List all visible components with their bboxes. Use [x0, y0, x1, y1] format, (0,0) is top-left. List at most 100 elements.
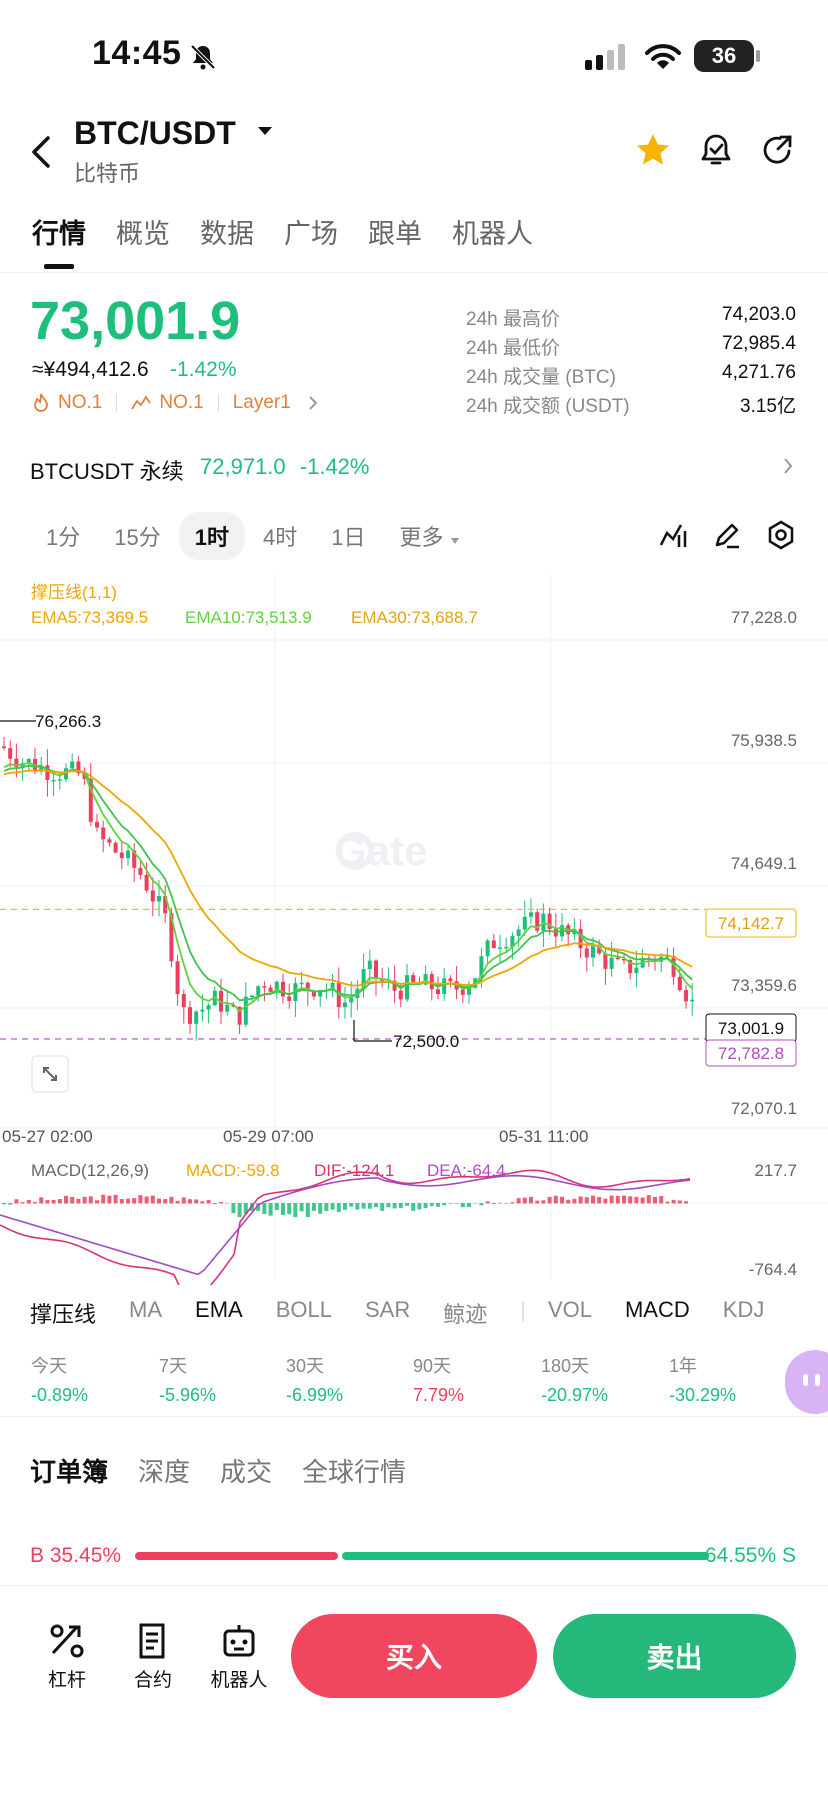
pair-title[interactable]: BTC/USDT: [74, 115, 236, 152]
kline-chart[interactable]: Gate 撑压线(1,1) EMA5:73,369.5 EMA10:73,513…: [0, 575, 828, 1285]
candle-body: [281, 981, 285, 997]
candle-body: [144, 874, 149, 891]
macd-bar: [460, 1203, 465, 1208]
indicator-sar[interactable]: SAR: [365, 1297, 410, 1329]
ema-lines: [3, 761, 693, 1013]
candle-body: [442, 978, 447, 995]
interval-4h[interactable]: 4时: [247, 512, 313, 560]
macd-bar: [454, 1203, 459, 1204]
sell-button[interactable]: 卖出: [553, 1614, 796, 1698]
tab-orderbook[interactable]: 订单簿: [30, 1452, 108, 1489]
macd-bar: [442, 1203, 447, 1206]
macd-bottom-tick: -764.4: [749, 1260, 797, 1279]
tab-robot[interactable]: 机器人: [452, 212, 533, 251]
caret-down-icon[interactable]: [256, 125, 274, 137]
macd-bar: [126, 1198, 130, 1204]
candle-body: [70, 761, 75, 769]
macd-bar: [324, 1203, 329, 1211]
macd-bar: [504, 1203, 509, 1204]
price-change: -1.42%: [170, 358, 237, 381]
tab-data[interactable]: 数据: [200, 212, 254, 251]
indicator-macd[interactable]: MACD: [625, 1297, 690, 1329]
interval-1d[interactable]: 1日: [315, 512, 381, 560]
tab-trades[interactable]: 成交: [220, 1452, 272, 1489]
perpetual-name[interactable]: BTCUSDT 永续: [30, 454, 184, 486]
price-alert-icon[interactable]: [697, 131, 735, 169]
candle-body: [522, 916, 527, 930]
draw-pen-icon[interactable]: [711, 519, 743, 551]
x-tick: 05-27 02:00: [2, 1127, 93, 1146]
favorite-star-icon[interactable]: [634, 131, 672, 169]
macd-bar: [522, 1197, 527, 1204]
tab-market[interactable]: 行情: [32, 212, 86, 251]
current-price-label: 73,001.9: [718, 1019, 784, 1038]
contract-icon[interactable]: [133, 1621, 173, 1661]
interval-more[interactable]: 更多: [383, 512, 475, 560]
assistant-bubble[interactable]: [785, 1350, 828, 1414]
chevron-right-icon[interactable]: [307, 394, 319, 412]
robot-icon[interactable]: [219, 1621, 259, 1661]
indicator-vol[interactable]: VOL: [548, 1297, 592, 1329]
tab-global-market[interactable]: 全球行情: [302, 1452, 406, 1489]
stat-low-value: 72,985.4: [722, 333, 796, 354]
stat-volume-label: 24h 成交量 (BTC): [466, 367, 616, 388]
tag-hot-rank[interactable]: NO.1: [58, 392, 102, 414]
macd-bar: [336, 1203, 341, 1213]
macd-bar: [516, 1198, 521, 1204]
tag-category[interactable]: Layer1: [233, 392, 291, 414]
interval-15m[interactable]: 15分: [98, 512, 176, 560]
ema5-line: [3, 764, 693, 1002]
contract-label[interactable]: 合约: [108, 1665, 198, 1692]
macd-bar: [33, 1201, 37, 1204]
candle-body: [8, 748, 13, 759]
tab-underline: [44, 264, 74, 269]
candle-body: [206, 1005, 211, 1010]
perf-90d-value: 7.79%: [413, 1385, 465, 1405]
macd-bar: [361, 1203, 366, 1209]
macd-bar: [70, 1196, 75, 1204]
candle-body: [126, 850, 130, 859]
macd-bar: [299, 1203, 304, 1212]
buy-button[interactable]: 买入: [291, 1614, 537, 1698]
macd-bar: [529, 1196, 533, 1204]
indicator-whale[interactable]: 鲸迹: [443, 1297, 487, 1329]
indicator-settings-icon[interactable]: [657, 519, 689, 551]
macd-bar: [132, 1198, 137, 1204]
candle-body: [150, 890, 155, 902]
leverage-label[interactable]: 杠杆: [22, 1665, 112, 1692]
interval-1m[interactable]: 1分: [30, 512, 96, 560]
candle-body: [498, 947, 502, 949]
macd-bar: [417, 1203, 422, 1210]
interval-1h[interactable]: 1时: [178, 512, 245, 560]
perpetual-price[interactable]: 72,971.0 -1.42%: [200, 454, 369, 480]
tab-copy-trade[interactable]: 跟单: [368, 212, 422, 251]
indicator-ema[interactable]: EMA: [195, 1297, 243, 1329]
tab-overview[interactable]: 概览: [116, 212, 170, 251]
candle-body: [181, 994, 186, 1008]
tag-gain-rank[interactable]: NO.1: [159, 392, 203, 414]
indicator-boll[interactable]: BOLL: [276, 1297, 332, 1329]
candle-body: [262, 986, 267, 988]
robot-label[interactable]: 机器人: [194, 1665, 284, 1692]
indicator-ma[interactable]: MA: [129, 1297, 162, 1329]
sell-ratio-bar: [342, 1552, 709, 1560]
perf-7d-value: -5.96%: [159, 1385, 217, 1405]
candle-body: [634, 967, 639, 974]
chevron-right-icon[interactable]: [782, 456, 794, 476]
share-icon[interactable]: [759, 131, 797, 169]
bell-muted-icon: [190, 44, 216, 70]
macd-title: MACD(12,26,9): [31, 1161, 149, 1180]
tab-depth[interactable]: 深度: [138, 1452, 190, 1489]
leverage-icon[interactable]: [47, 1621, 87, 1661]
main-tabs: 行情 概览 数据 广场 跟单 机器人: [32, 212, 533, 251]
indicator-support-resistance[interactable]: 撑压线: [30, 1297, 96, 1329]
indicator-kdj[interactable]: KDJ: [723, 1297, 765, 1329]
candle-body: [57, 779, 62, 781]
perpetual-change: -1.42%: [299, 454, 370, 479]
tab-square[interactable]: 广场: [284, 212, 338, 251]
settings-hex-icon[interactable]: [765, 519, 797, 551]
back-icon[interactable]: [28, 132, 58, 172]
high-marker-label: 76,266.3: [35, 712, 101, 731]
perpetual-last: 72,971.0: [200, 454, 286, 479]
macd-bar: [206, 1200, 211, 1204]
